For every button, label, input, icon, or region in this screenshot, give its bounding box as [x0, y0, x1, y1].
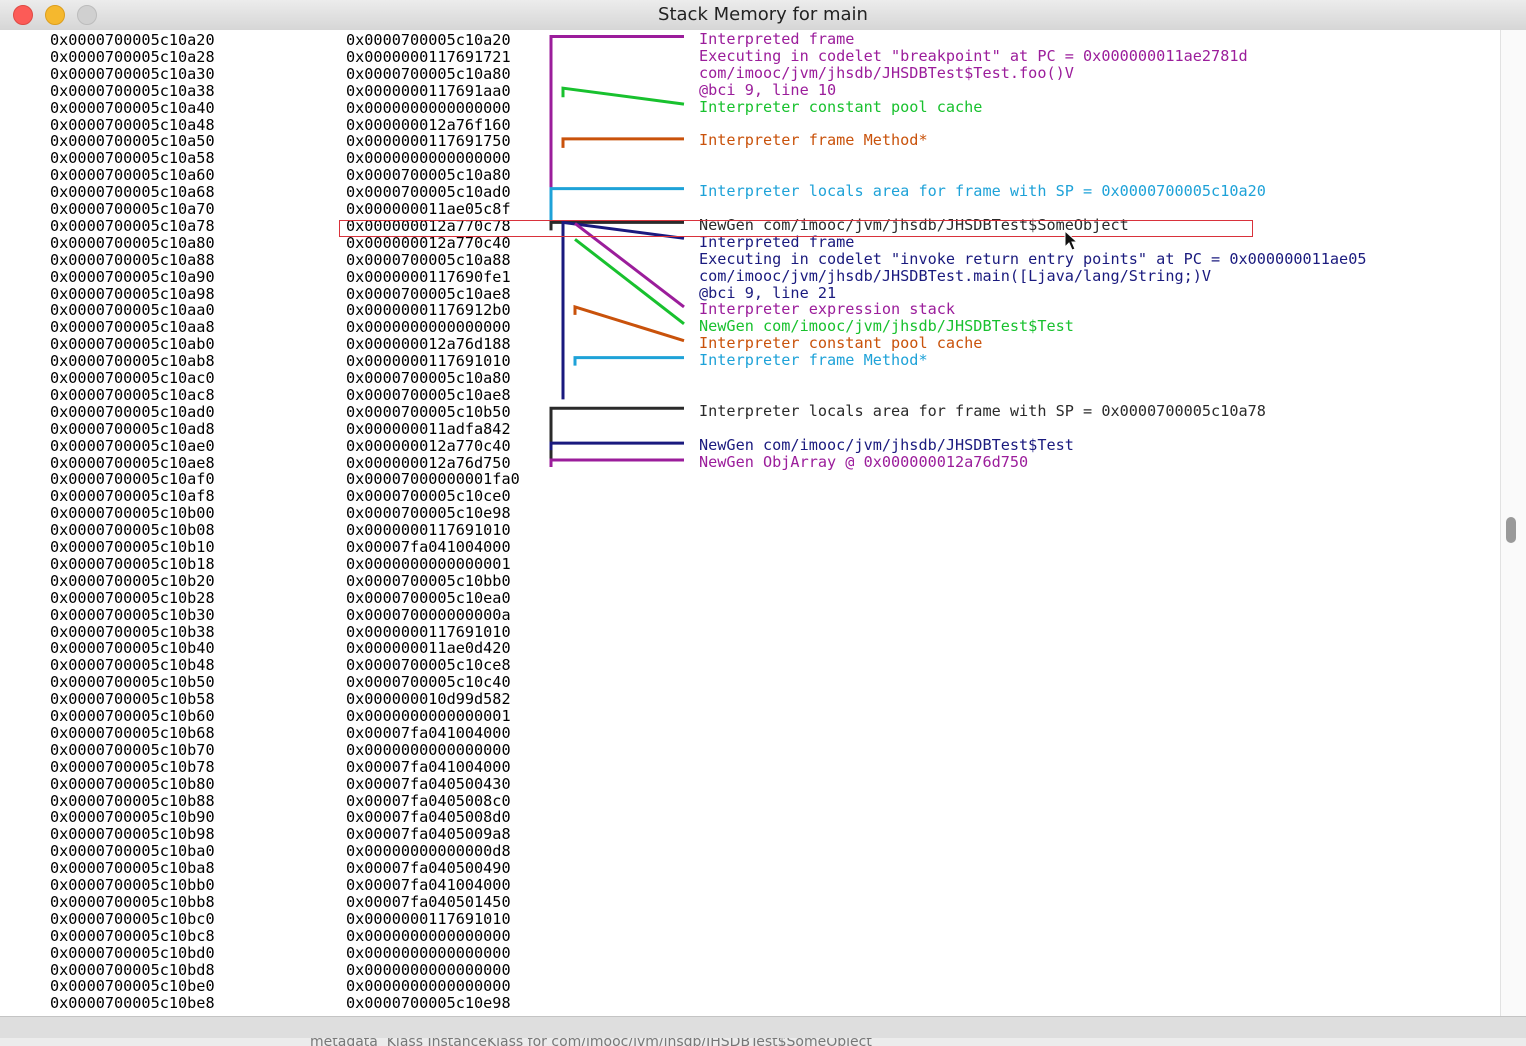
horizontal-scrollbar[interactable] [0, 1016, 1526, 1039]
frame-annotation: Interpreter frame Method* [699, 131, 928, 150]
locals-connector [549, 187, 684, 223]
scrollbar-thumb[interactable] [1506, 517, 1516, 543]
cp-cache-connector [561, 86, 685, 106]
frame-annotation: Interpreter frame Method* [699, 351, 928, 370]
window-title: Stack Memory for main [658, 4, 868, 25]
frame-annotation: Interpreted frame [699, 232, 855, 251]
mouse-pointer-icon [1064, 230, 1079, 251]
vertical-scrollbar[interactable] [1500, 30, 1526, 1016]
frame-annotation: Interpreter expression stack [699, 300, 956, 319]
locals-connector-main [549, 406, 684, 467]
background-window-text: metadata Klass InstanceKlass for com/imo… [310, 1038, 872, 1046]
stack-memory-window: Stack Memory for main 0x0000700005c10a20… [0, 0, 1526, 1046]
frame-annotation: Interpreter constant pool cache [699, 334, 983, 353]
background-window-strip: metadata Klass InstanceKlass for com/imo… [0, 1038, 1526, 1046]
frame-bracket-foo [549, 35, 684, 227]
frame-connectors [549, 35, 685, 467]
frame-annotation: Executing in codelet "invoke return entr… [699, 249, 1367, 268]
frame-annotation: @bci 9, line 10 [699, 80, 837, 99]
method-connector-main [573, 356, 684, 366]
frame-annotation: Interpreter constant pool cache [699, 97, 983, 116]
frame-annotation: NewGen com/imooc/jvm/jhsdb/JHSDBTest$Tes… [699, 317, 1074, 336]
frame-annotation: Interpreted frame [699, 30, 855, 48]
frame-annotation: Interpreter locals area for frame with S… [699, 182, 1266, 201]
objarray-connector [549, 458, 684, 467]
frame-annotation: Interpreter locals area for frame with S… [699, 401, 1266, 420]
frame-annotation: com/imooc/jvm/jhsdb/JHSDBTest$Test.foo()… [699, 63, 1074, 82]
frame-annotation: NewGen com/imooc/jvm/jhsdb/JHSDBTest$Tes… [699, 435, 1074, 454]
frame-annotation: NewGen ObjArray @ 0x000000012a76d750 [699, 452, 1029, 471]
frame-annotation: @bci 9, line 21 [699, 283, 837, 302]
stack-memory-view[interactable]: 0x0000700005c10a20 0x0000700005c10a20 0x00… [0, 30, 1500, 1016]
test-newgen-connector [549, 441, 684, 451]
title-bar[interactable]: Stack Memory for main [0, 0, 1526, 31]
method-connector [561, 137, 684, 148]
frame-annotation: Executing in codelet "breakpoint" at PC … [699, 46, 1248, 65]
frame-annotation: com/imooc/jvm/jhsdb/JHSDBTest.main([Ljav… [699, 266, 1212, 285]
